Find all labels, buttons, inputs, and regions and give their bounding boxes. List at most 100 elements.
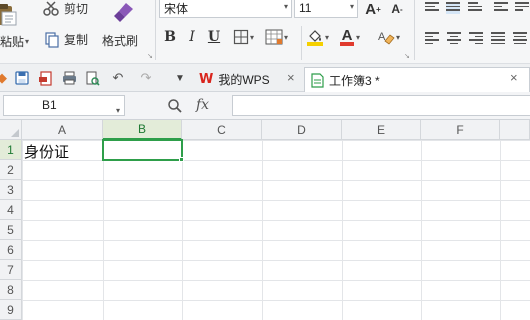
grid-line: [0, 220, 530, 221]
borders-button[interactable]: ▾: [233, 29, 254, 45]
group-divider: [414, 0, 415, 60]
row-header-8[interactable]: 8: [0, 280, 22, 300]
cut-button[interactable]: 剪切: [42, 0, 88, 17]
print-preview-icon[interactable]: [84, 70, 100, 86]
wrap-text-icon[interactable]: [515, 2, 529, 14]
font-family-select[interactable]: 宋体 ▾: [159, 0, 292, 18]
font-color-icon: A: [340, 27, 354, 46]
chevron-down-icon: ▾: [115, 106, 120, 115]
underline-button[interactable]: U: [205, 28, 223, 46]
column-header-e[interactable]: E: [342, 120, 421, 140]
tab-workbook[interactable]: 工作簿3 *: [304, 67, 530, 92]
chevron-down-icon: ▾: [284, 32, 289, 42]
tab-label: 工作簿3 *: [329, 73, 380, 88]
redo-icon[interactable]: ↷: [138, 70, 154, 86]
svg-text:A: A: [342, 27, 353, 44]
tab-my-wps[interactable]: W 我的WPS: [193, 67, 276, 92]
paste-button[interactable]: [0, 2, 26, 26]
column-header-a[interactable]: A: [22, 120, 103, 140]
cell-a1[interactable]: 身份证: [24, 141, 69, 162]
selected-cell-outline[interactable]: [102, 139, 183, 161]
close-icon[interactable]: ×: [510, 70, 518, 85]
ribbon-toolbar: 粘贴 ▾ 剪切 复制 格式刷 ↘ 宋体 ▾ 11 ▾ A + A - B I U…: [0, 0, 530, 64]
align-middle-icon[interactable]: [446, 2, 460, 14]
copy-button[interactable]: 复制: [44, 31, 88, 48]
copy-icon: [45, 31, 59, 48]
grid-line: [0, 140, 530, 141]
cut-label: 剪切: [64, 2, 89, 16]
column-header-c[interactable]: C: [182, 120, 262, 140]
scissors-icon: [43, 0, 59, 16]
cell-style-icon: [265, 29, 283, 45]
wps-logo-icon: W: [199, 72, 214, 87]
row-header-4[interactable]: 4: [0, 200, 22, 220]
align-top-icon[interactable]: [425, 2, 439, 14]
cell-style-button[interactable]: ▾: [265, 29, 288, 45]
clipboard-launcher-icon[interactable]: ↘: [147, 52, 153, 60]
paint-bucket-icon: [307, 30, 323, 46]
orientation-icon[interactable]: [494, 2, 508, 14]
grid-line: [0, 240, 530, 241]
format-painter-button[interactable]: [110, 0, 138, 24]
row-header-2[interactable]: 2: [0, 160, 22, 180]
quick-access-and-tabs: ◆ ↶ ↷ ▼ W 我的WPS × 工作簿3 * ×: [0, 64, 530, 92]
row-header-6[interactable]: 6: [0, 240, 22, 260]
justify-icon[interactable]: [491, 32, 505, 44]
italic-button[interactable]: I: [183, 28, 201, 46]
grow-font-button[interactable]: A +: [364, 0, 382, 18]
grid-line: [0, 160, 530, 161]
print-icon[interactable]: [61, 70, 77, 86]
spreadsheet-doc-icon: [311, 72, 324, 88]
select-all-corner[interactable]: [0, 120, 22, 140]
fill-color-button[interactable]: ▾: [306, 28, 329, 46]
row-header-9[interactable]: 9: [0, 300, 22, 320]
font-size-select[interactable]: 11 ▾: [294, 0, 358, 18]
insert-function-button[interactable]: fx: [196, 97, 209, 113]
chevron-down-icon: ▾: [325, 32, 330, 42]
font-launcher-icon[interactable]: ↘: [404, 52, 410, 60]
font-color-button[interactable]: A ▾: [339, 27, 360, 47]
row-header-7[interactable]: 7: [0, 260, 22, 280]
menu-icon[interactable]: ◆: [0, 70, 10, 86]
copy-label: 复制: [64, 33, 89, 47]
bold-button[interactable]: B: [161, 28, 179, 46]
align-right-icon[interactable]: [469, 32, 483, 44]
align-left-icon[interactable]: [425, 32, 439, 44]
export-pdf-icon[interactable]: [37, 70, 53, 86]
undo-icon[interactable]: ↶: [110, 70, 126, 86]
format-painter-label[interactable]: 格式刷: [102, 32, 138, 49]
column-header-b[interactable]: B: [103, 120, 182, 140]
fill-handle[interactable]: [179, 157, 184, 162]
grid-line: [0, 280, 530, 281]
row-header-3[interactable]: 3: [0, 180, 22, 200]
customize-toolbar-icon[interactable]: ▼: [172, 70, 188, 86]
format-painter-icon: [114, 3, 133, 22]
row-header-5[interactable]: 5: [0, 220, 22, 240]
paste-label[interactable]: 粘贴 ▾: [0, 33, 29, 50]
paste-icon: [0, 4, 17, 26]
grid-line: [0, 200, 530, 201]
align-center-icon[interactable]: [447, 32, 461, 44]
distributed-icon[interactable]: [513, 32, 527, 44]
spreadsheet-grid[interactable]: A B C D E F 1 2 3 4 5 6 7 8 9 身份证: [0, 120, 530, 320]
shrink-font-button[interactable]: A-: [388, 0, 406, 18]
zoom-search-icon[interactable]: [167, 98, 183, 114]
column-header-partial[interactable]: [500, 120, 530, 140]
chevron-down-icon: ▾: [250, 32, 255, 42]
name-box[interactable]: B1 ▾: [3, 95, 125, 116]
close-icon[interactable]: ×: [287, 70, 295, 85]
chevron-down-icon: ▾: [25, 37, 30, 46]
eraser-icon: A: [378, 31, 395, 45]
column-header-f[interactable]: F: [421, 120, 500, 140]
grid-line: [0, 180, 530, 181]
borders-icon: [233, 29, 249, 45]
column-header-d[interactable]: D: [262, 120, 342, 140]
clear-format-button[interactable]: A ▾: [377, 29, 400, 45]
save-icon[interactable]: [14, 70, 30, 86]
group-divider: [155, 0, 156, 60]
chevron-down-icon: ▾: [283, 2, 288, 11]
formula-input[interactable]: [232, 95, 530, 116]
row-header-1[interactable]: 1: [0, 140, 22, 160]
align-bottom-icon[interactable]: [468, 2, 482, 14]
tab-label: 我的WPS: [218, 73, 270, 87]
